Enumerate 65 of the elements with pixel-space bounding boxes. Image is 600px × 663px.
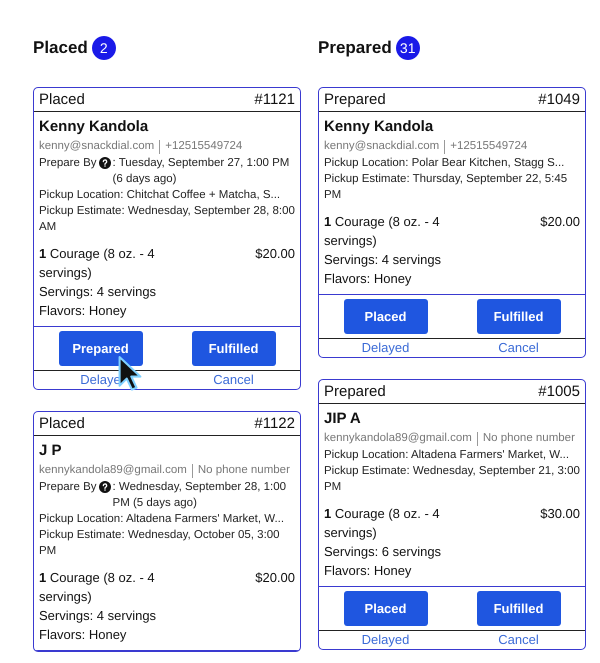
pickup-estimate: Pickup Estimate: Wednesday, September 28, 8:00 AM <box>39 204 295 235</box>
item-flavors: Flavors: Honey <box>324 562 412 580</box>
order-link[interactable]: Cancel <box>498 631 539 649</box>
prepare-by-value: : Wednesday, September 28, 1:00 PM (5 days ago) <box>112 480 287 511</box>
customer-phone: No phone number <box>198 463 290 478</box>
pickup-estimate: Pickup Estimate: Thursday, September 22, 5:45 PM <box>324 172 568 203</box>
customer-name: J P <box>39 441 63 461</box>
status-button[interactable]: Placed <box>344 591 428 626</box>
order-number: #1005 <box>538 384 580 399</box>
item-servings: Servings: 6 servings <box>324 543 442 561</box>
customer-name: Kenny Kandola <box>39 117 150 137</box>
status-button[interactable]: Fulfilled <box>192 331 276 366</box>
order-status: Prepared <box>324 384 386 399</box>
count-badge: 31 <box>396 36 420 60</box>
order-status: Placed <box>39 416 85 431</box>
item-name: 1 Courage (8 oz. - 4 servings) <box>39 245 156 282</box>
item-servings: Servings: 4 servings <box>39 283 158 301</box>
status-button[interactable]: Prepared <box>58 331 142 366</box>
column-title: Prepared <box>318 37 392 60</box>
pickup-location: Pickup Location: Chitchat Coffee + Matcha, S... <box>39 188 282 203</box>
pickup-estimate: Pickup Estimate: Wednesday, October 05, 3:00 PM <box>39 528 281 559</box>
customer-name: Kenny Kandola <box>324 117 434 137</box>
customer-phone: +12515549724 <box>165 139 242 154</box>
customer-phone: +12515549724 <box>450 139 528 154</box>
item-name: 1 Courage (8 oz. - 4 servings) <box>39 569 156 606</box>
customer-email: kenny@snackdial.com <box>324 139 440 154</box>
order-status: Prepared <box>324 92 386 107</box>
item-price: $20.00 <box>255 245 295 263</box>
item-flavors: Flavors: Honey <box>39 302 128 320</box>
customer-email: kennykandola89@gmail.com <box>39 463 187 478</box>
count-badge: 2 <box>92 36 116 60</box>
pickup-location: Pickup Location: Polar Bear Kitchen, Stagg S... <box>324 156 566 171</box>
customer-phone: No phone number <box>482 431 575 446</box>
item-name: 1 Courage (8 oz. - 4 servings) <box>324 505 441 542</box>
status-button[interactable]: Placed <box>344 299 428 334</box>
prepare-by-value: : Tuesday, September 27, 1:00 PM (6 days ago) <box>112 156 290 187</box>
order-link[interactable]: Cancel <box>498 339 539 357</box>
help-icon[interactable] <box>98 157 111 169</box>
prepare-by-label: Prepare By <box>39 156 97 171</box>
customer-name: JIP A <box>324 409 362 429</box>
order-number: #1121 <box>254 92 295 107</box>
item-servings: Servings: 4 servings <box>324 251 442 269</box>
help-icon[interactable] <box>98 481 111 493</box>
customer-email: kennykandola89@gmail.com <box>324 431 472 446</box>
order-link[interactable]: Cancel <box>213 371 254 389</box>
pickup-location: Pickup Location: Altadena Farmers' Market, W... <box>39 512 286 527</box>
pickup-location: Pickup Location: Altadena Farmers' Market, W... <box>324 448 570 463</box>
order-status: Placed <box>39 92 85 107</box>
item-price: $20.00 <box>255 569 295 587</box>
customer-email: kenny@snackdial.com <box>39 139 154 154</box>
item-price: $20.00 <box>540 213 580 231</box>
prepare-by-label: Prepare By <box>39 480 97 495</box>
item-flavors: Flavors: Honey <box>324 270 412 288</box>
item-name: 1 Courage (8 oz. - 4 servings) <box>324 213 441 250</box>
column-title: Placed <box>33 37 88 60</box>
status-button[interactable]: Fulfilled <box>476 299 560 334</box>
order-link[interactable]: Delayed <box>362 339 410 357</box>
item-servings: Servings: 4 servings <box>39 607 158 625</box>
pickup-estimate: Pickup Estimate: Wednesday, September 21, 3:00 PM <box>324 464 580 495</box>
item-flavors: Flavors: Honey <box>39 626 128 644</box>
order-link[interactable]: Delayed <box>362 631 410 649</box>
order-number: #1049 <box>538 92 580 107</box>
item-price: $30.00 <box>540 505 580 523</box>
status-button[interactable]: Fulfilled <box>476 591 560 626</box>
order-number: #1122 <box>254 416 295 431</box>
